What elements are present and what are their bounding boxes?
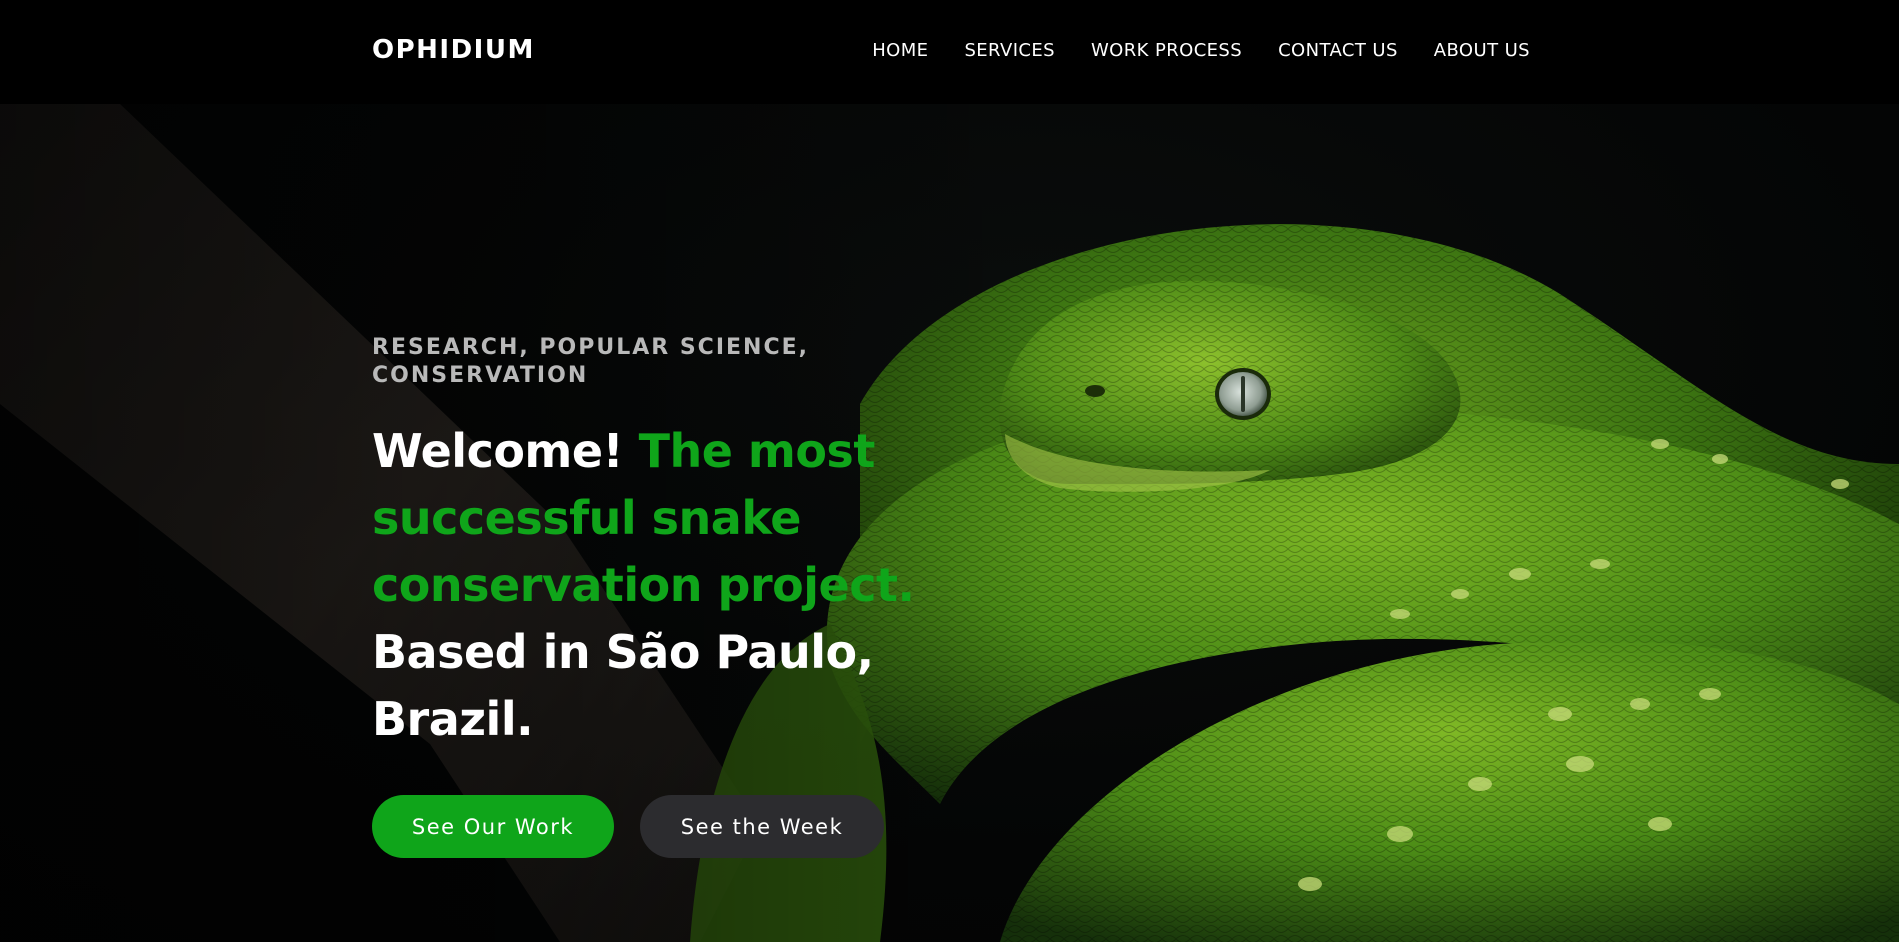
see-our-work-button[interactable]: See Our Work <box>372 795 614 858</box>
nav-link-contact-us[interactable]: CONTACT US <box>1278 38 1398 64</box>
landing-page: OPHIDIUM HOME SERVICES WORK PROCESS CONT… <box>0 0 1899 942</box>
hero-eyebrow: RESEARCH, POPULAR SCIENCE, CONSERVATION <box>372 335 809 388</box>
top-navbar: OPHIDIUM HOME SERVICES WORK PROCESS CONT… <box>0 0 1899 104</box>
hero-headline: Welcome! The most successful snake conse… <box>372 418 1012 753</box>
headline-intro: Welcome! <box>372 424 624 478</box>
nav-link-services[interactable]: SERVICES <box>964 38 1055 64</box>
nav-link-work-process[interactable]: WORK PROCESS <box>1091 38 1242 64</box>
hero-buttons: See Our Work See the Week <box>372 795 1012 858</box>
hero-section: RESEARCH, POPULAR SCIENCE, CONSERVATION … <box>372 334 1012 858</box>
headline-location: Based in São Paulo, Brazil. <box>372 625 874 746</box>
brand-logo[interactable]: OPHIDIUM <box>372 34 535 66</box>
nav-link-about-us[interactable]: ABOUT US <box>1434 38 1530 64</box>
see-the-week-button[interactable]: See the Week <box>640 795 884 858</box>
main-nav: HOME SERVICES WORK PROCESS CONTACT US AB… <box>872 38 1530 64</box>
nav-link-home[interactable]: HOME <box>872 38 928 64</box>
